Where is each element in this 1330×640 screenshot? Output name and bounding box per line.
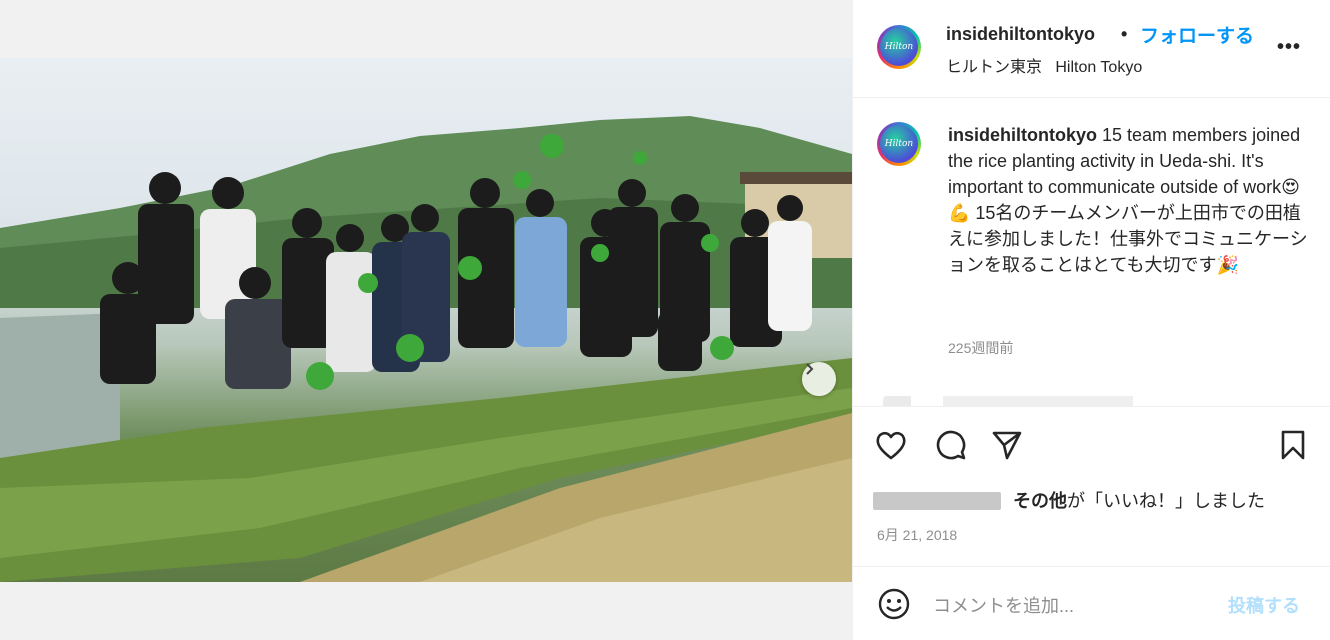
- heart-icon: [876, 431, 906, 460]
- location-link[interactable]: ヒルトン東京 Hilton Tokyo: [946, 53, 1142, 77]
- emoji-button[interactable]: [877, 587, 911, 626]
- comment-button[interactable]: [933, 427, 969, 463]
- post-photo[interactable]: [0, 58, 852, 582]
- emoji-icon: [878, 588, 910, 620]
- post-media: [0, 0, 852, 640]
- post-header: Hilton insidehiltontokyo • フォローする ヒルトン東京…: [853, 0, 1330, 98]
- caption-avatar-logo: Hilton: [880, 125, 918, 163]
- post-date: 6月 21, 2018: [877, 527, 958, 543]
- chevron-right-icon: [806, 363, 814, 375]
- save-button[interactable]: [1275, 427, 1311, 463]
- comment-icon: [936, 430, 966, 460]
- comment-input[interactable]: コメントを追加...: [933, 592, 1074, 618]
- likes-rest: が「いいね！」しました: [1067, 491, 1265, 511]
- share-icon: [992, 431, 1022, 460]
- caption-body: 15 team members joined the rice planting…: [948, 125, 1308, 275]
- comment-bar: コメントを追加... 投稿する: [853, 566, 1330, 640]
- photo-illustration: [0, 116, 852, 582]
- likes-bold: その他: [1013, 491, 1067, 511]
- share-button[interactable]: [989, 427, 1025, 463]
- liker-avatars-blurred: [873, 492, 1001, 510]
- more-icon: •••: [1277, 36, 1302, 58]
- post-comment-button[interactable]: 投稿する: [1228, 592, 1300, 618]
- next-slide-button[interactable]: [802, 362, 836, 396]
- caption-username[interactable]: insidehiltontokyo: [948, 125, 1097, 145]
- avatar[interactable]: Hilton: [877, 25, 921, 69]
- likes-summary[interactable]: その他が「いいね！」しました: [873, 487, 1265, 513]
- more-options-button[interactable]: •••: [1277, 36, 1301, 59]
- bookmark-icon: [1281, 430, 1305, 460]
- caption-avatar[interactable]: Hilton: [877, 122, 921, 166]
- caption-text: insidehiltontokyo 15 team members joined…: [948, 122, 1308, 278]
- avatar-logo: Hilton: [880, 28, 918, 66]
- post-time-ago: 225週間前: [948, 340, 1014, 356]
- location-ja: ヒルトン東京: [946, 59, 1043, 76]
- username-link[interactable]: insidehiltontokyo: [946, 24, 1095, 45]
- next-comment-preview: [883, 396, 1303, 406]
- post-sidebar: Hilton insidehiltontokyo • フォローする ヒルトン東京…: [852, 0, 1330, 640]
- follow-button[interactable]: フォローする: [1140, 21, 1254, 48]
- caption-section: Hilton insidehiltontokyo 15 team members…: [853, 98, 1330, 406]
- like-button[interactable]: [873, 427, 909, 463]
- location-en: Hilton Tokyo: [1055, 59, 1143, 76]
- separator-dot: •: [1121, 24, 1128, 44]
